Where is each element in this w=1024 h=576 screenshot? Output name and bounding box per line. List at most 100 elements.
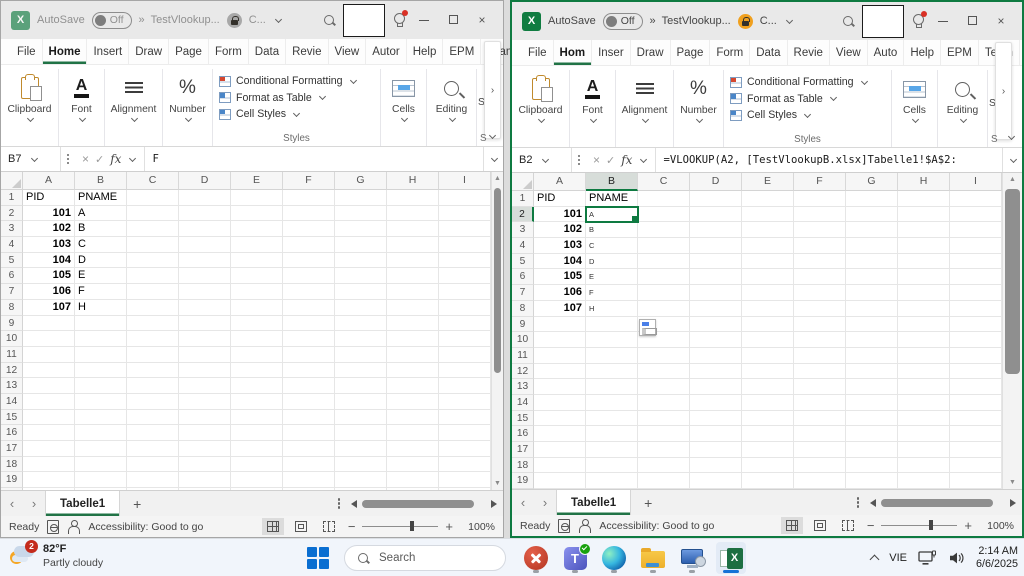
cell-I5[interactable] bbox=[439, 252, 491, 269]
cell-I17[interactable] bbox=[950, 442, 1002, 458]
cell-G16[interactable] bbox=[846, 426, 898, 442]
vertical-scrollbar[interactable]: ▲ ▼ bbox=[491, 172, 503, 490]
cell-H12[interactable] bbox=[898, 363, 950, 380]
cell-C14[interactable] bbox=[638, 394, 690, 411]
cell-C14[interactable] bbox=[127, 393, 179, 410]
cell-C3[interactable] bbox=[638, 222, 690, 239]
document-title[interactable]: TestVlookup... bbox=[151, 14, 220, 26]
cell-A1[interactable]: PID bbox=[23, 190, 75, 206]
cell-B3[interactable]: B bbox=[586, 222, 638, 239]
close-button[interactable]: × bbox=[471, 13, 493, 27]
cell-B15[interactable] bbox=[586, 410, 638, 427]
cancel-icon[interactable]: × bbox=[82, 152, 89, 166]
cell-E18[interactable] bbox=[231, 456, 283, 473]
cell-E7[interactable] bbox=[742, 285, 794, 301]
column-header-B[interactable]: B bbox=[75, 172, 127, 190]
row-header-4[interactable]: 4 bbox=[512, 238, 534, 254]
cell-C12[interactable] bbox=[638, 363, 690, 380]
cell-I16[interactable] bbox=[439, 425, 491, 441]
scroll-up-arrow[interactable]: ▲ bbox=[492, 175, 503, 182]
cell-I14[interactable] bbox=[950, 394, 1002, 411]
cell-C13[interactable] bbox=[127, 378, 179, 394]
cell-F8[interactable] bbox=[283, 299, 335, 316]
column-header-H[interactable]: H bbox=[898, 173, 950, 191]
cell-C4[interactable] bbox=[127, 237, 179, 253]
cell-E7[interactable] bbox=[231, 284, 283, 300]
search-icon[interactable] bbox=[323, 14, 336, 27]
cell-E8[interactable] bbox=[231, 299, 283, 316]
cell-G1[interactable] bbox=[335, 190, 387, 206]
row-header-20[interactable]: 20 bbox=[1, 488, 23, 490]
lightbulb-icon[interactable] bbox=[911, 11, 927, 29]
column-header-H[interactable]: H bbox=[387, 172, 439, 190]
cell-D14[interactable] bbox=[690, 394, 742, 411]
cell-F13[interactable] bbox=[283, 378, 335, 394]
minimize-button[interactable] bbox=[932, 14, 954, 28]
zoom-in-button[interactable]: + bbox=[964, 518, 972, 533]
cell-A11[interactable] bbox=[534, 347, 586, 364]
cell-B1[interactable]: PNAME bbox=[75, 190, 127, 206]
cell-G17[interactable] bbox=[846, 442, 898, 458]
search-icon[interactable] bbox=[842, 15, 855, 28]
cell-B18[interactable] bbox=[75, 456, 127, 473]
cell-F5[interactable] bbox=[794, 253, 846, 270]
cell-B13[interactable] bbox=[75, 378, 127, 394]
cell-E4[interactable] bbox=[742, 238, 794, 254]
cell-B14[interactable] bbox=[586, 394, 638, 411]
cancel-icon[interactable]: × bbox=[593, 153, 600, 167]
cell-H19[interactable] bbox=[387, 472, 439, 489]
cell-G6[interactable] bbox=[335, 268, 387, 285]
cell-C1[interactable] bbox=[127, 190, 179, 206]
cell-D17[interactable] bbox=[179, 441, 231, 457]
cell-B13[interactable] bbox=[586, 379, 638, 395]
row-header-1[interactable]: 1 bbox=[512, 191, 534, 207]
cell-F12[interactable] bbox=[283, 362, 335, 379]
cell-D9[interactable] bbox=[179, 315, 231, 332]
cell-G15[interactable] bbox=[335, 409, 387, 426]
cell-F20[interactable] bbox=[283, 488, 335, 490]
cell-I12[interactable] bbox=[439, 362, 491, 379]
ribbon-group-editing[interactable]: Editing bbox=[427, 69, 477, 146]
column-header-F[interactable]: F bbox=[794, 173, 846, 191]
cell-D19[interactable] bbox=[179, 472, 231, 489]
cell-I13[interactable] bbox=[439, 378, 491, 394]
auto-fill-options-button[interactable] bbox=[639, 319, 657, 336]
accessibility-icon[interactable] bbox=[578, 518, 592, 533]
cell-H4[interactable] bbox=[898, 238, 950, 254]
ribbon-tab-home[interactable]: Home bbox=[43, 39, 88, 64]
cell-D19[interactable] bbox=[690, 473, 742, 489]
column-header-C[interactable]: C bbox=[127, 172, 179, 190]
cell-B14[interactable] bbox=[75, 393, 127, 410]
cell-D9[interactable] bbox=[690, 316, 742, 333]
start-button[interactable] bbox=[307, 547, 329, 569]
cell-C1[interactable] bbox=[638, 191, 690, 207]
cell-I2[interactable] bbox=[950, 206, 1002, 223]
cell-F15[interactable] bbox=[283, 409, 335, 426]
clock[interactable]: 2:14 AM 6/6/2025 bbox=[976, 545, 1018, 571]
column-header-A[interactable]: A bbox=[534, 173, 586, 191]
row-header-9[interactable]: 9 bbox=[512, 316, 534, 333]
taskbar-search-box[interactable]: Search bbox=[344, 545, 506, 571]
formula-bar-content[interactable]: F bbox=[145, 153, 483, 165]
cell-C18[interactable] bbox=[638, 457, 690, 474]
cell-A13[interactable] bbox=[23, 378, 75, 394]
cell-D11[interactable] bbox=[690, 347, 742, 364]
row-header-14[interactable]: 14 bbox=[1, 393, 23, 410]
cell-H14[interactable] bbox=[387, 393, 439, 410]
cell-styles-button[interactable]: Cell Styles bbox=[730, 107, 812, 124]
cell-I19[interactable] bbox=[950, 473, 1002, 489]
cell-E18[interactable] bbox=[742, 457, 794, 474]
cell-H11[interactable] bbox=[387, 346, 439, 363]
scroll-right-arrow[interactable] bbox=[1010, 498, 1016, 507]
cell-E9[interactable] bbox=[231, 315, 283, 332]
cell-C11[interactable] bbox=[127, 346, 179, 363]
insert-function-icon[interactable]: fx bbox=[621, 153, 632, 167]
cell-A18[interactable] bbox=[23, 456, 75, 473]
cell-I11[interactable] bbox=[439, 346, 491, 363]
cell-B8[interactable]: H bbox=[586, 300, 638, 317]
cell-C13[interactable] bbox=[638, 379, 690, 395]
cell-D6[interactable] bbox=[179, 268, 231, 285]
ribbon-group-cells[interactable]: Cells bbox=[381, 69, 427, 146]
cell-H3[interactable] bbox=[387, 221, 439, 238]
cell-I3[interactable] bbox=[950, 222, 1002, 239]
